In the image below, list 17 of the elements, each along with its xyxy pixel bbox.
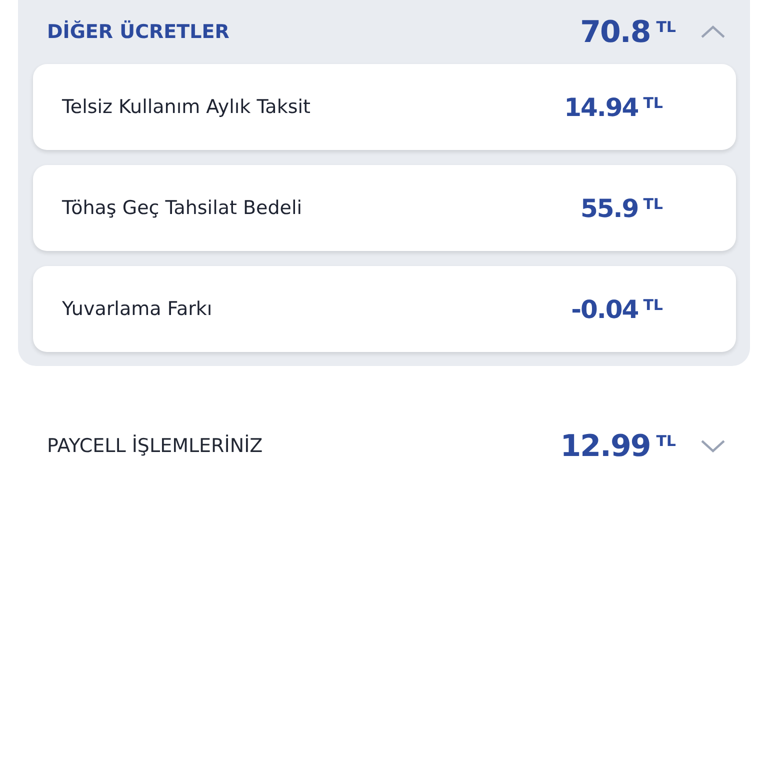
fee-amount: 14.94 [564,92,638,122]
fee-label: Telsiz Kullanım Aylık Taksit [62,96,312,118]
currency-unit: TL [643,296,663,314]
currency-unit: TL [656,432,676,450]
currency-unit: TL [643,195,663,213]
fee-amount: -0.04 [571,294,638,324]
currency-unit: TL [656,18,676,36]
section-title[interactable]: PAYCELL İŞLEMLERİNİZ [47,435,560,457]
fee-amount: 55.9 [580,194,638,222]
section-total: 12.99 [560,428,650,464]
fee-label: Töhaş Geç Tahsilat Bedeli [62,197,304,219]
currency-unit: TL [643,94,663,112]
chevron-up-icon[interactable] [700,25,726,39]
section-title[interactable]: DİĞER ÜCRETLER [47,21,580,43]
chevron-down-icon[interactable] [700,439,726,453]
section-total: 70.8 [580,14,650,50]
fee-label: Yuvarlama Farkı [62,298,214,320]
